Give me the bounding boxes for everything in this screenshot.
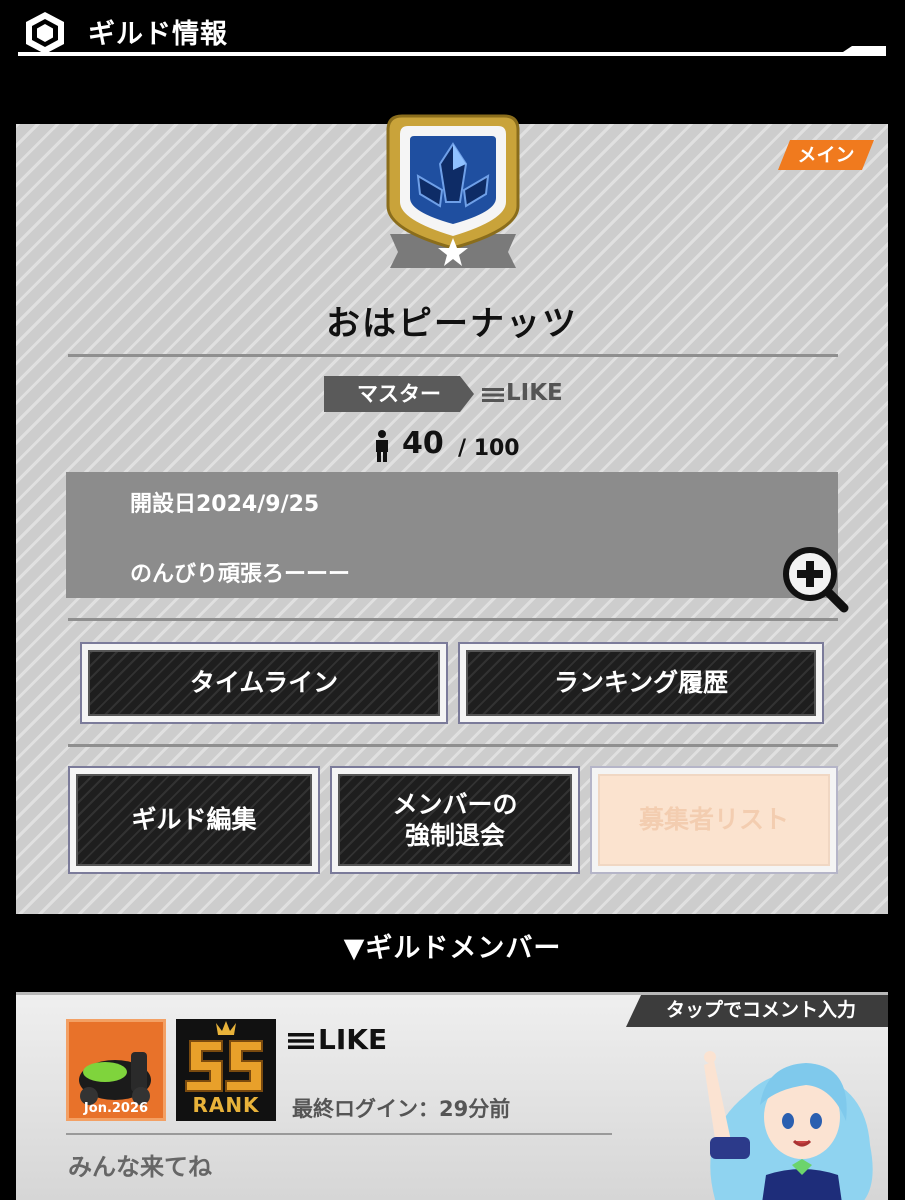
rank-badge: RANK: [176, 1019, 276, 1121]
guild-info-panel: メイン おはピーナッツ マスター LIKE 40 / 100 開設日2024/9…: [16, 114, 888, 914]
kick-member-label-line2: 強制退会: [404, 821, 505, 850]
edit-guild-button[interactable]: ギルド編集: [76, 774, 312, 866]
master-label: マスター: [324, 376, 474, 412]
kick-member-label-line1: メンバーの: [392, 789, 518, 819]
applicant-list-button-frame: 募集者リスト: [590, 766, 838, 874]
hexagon-icon: [26, 12, 64, 54]
guild-description: のんびり頑張ろーーー: [130, 562, 351, 587]
header-underline: [18, 52, 886, 56]
master-name: LIKE: [506, 380, 563, 406]
founded-date: 開設日2024/9/25: [130, 492, 320, 517]
member-count-current: 40: [402, 426, 444, 461]
triple-bar-icon: [288, 1033, 314, 1049]
divider: [68, 744, 838, 747]
card-divider: [66, 1133, 612, 1135]
rank-label: RANK: [192, 1093, 260, 1117]
ss-rank-icon: [185, 1021, 263, 1092]
page-title: ギルド情報: [88, 19, 228, 50]
header-underline-accent: [840, 46, 886, 54]
emblem-icon: [386, 114, 520, 268]
member-name: LIKE: [318, 1023, 388, 1056]
guild-members-heading: ▼ギルドメンバー: [343, 933, 562, 964]
zoom-in-icon[interactable]: [780, 544, 852, 616]
comment-input-tag[interactable]: タップでコメント入力: [626, 995, 888, 1027]
character-illustration: [704, 1051, 873, 1200]
person-icon: [376, 430, 388, 462]
member-card[interactable]: タップでコメント入力 Jon.2026 RANK LIKE 最終ログイン：29分…: [16, 992, 888, 1200]
main-guild-tag: メイン: [778, 140, 874, 170]
page-header: ギルド情報: [0, 0, 905, 60]
member-count-max: / 100: [458, 436, 520, 461]
guild-description-box: 開設日2024/9/25 のんびり頑張ろーーー: [66, 472, 838, 598]
ranking-history-button-frame: ランキング履歴: [458, 642, 824, 724]
guild-name: おはピーナッツ: [326, 304, 578, 344]
avatar-date: Jon.2026: [83, 1101, 149, 1116]
divider: [68, 354, 838, 357]
kick-member-button[interactable]: メンバーの 強制退会: [338, 774, 572, 866]
edit-guild-button-frame: ギルド編集: [68, 766, 320, 874]
member-comment: みんな来てね: [68, 1153, 212, 1181]
applicant-list-button[interactable]: 募集者リスト: [598, 774, 830, 866]
divider: [68, 618, 838, 621]
timeline-button-frame: タイムライン: [80, 642, 448, 724]
last-login: 最終ログイン：29分前: [292, 1097, 511, 1121]
ranking-history-button[interactable]: ランキング履歴: [466, 650, 816, 716]
triple-bar-icon: [482, 388, 504, 402]
kick-member-button-frame: メンバーの 強制退会: [330, 766, 580, 874]
timeline-button[interactable]: タイムライン: [88, 650, 440, 716]
avatar: Jon.2026: [66, 1019, 166, 1121]
